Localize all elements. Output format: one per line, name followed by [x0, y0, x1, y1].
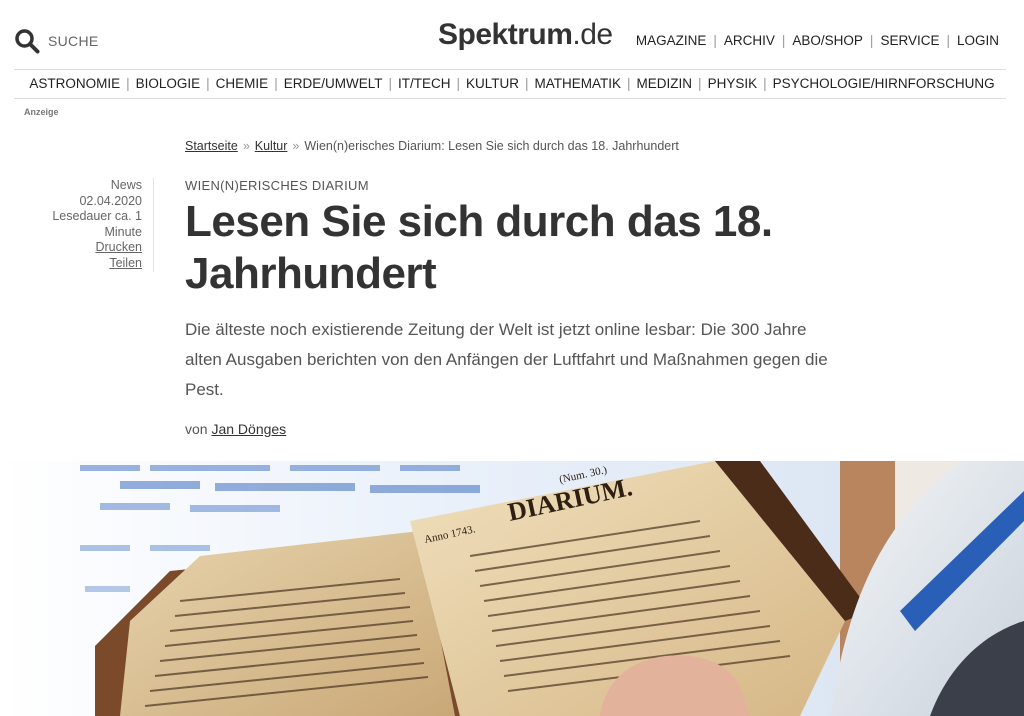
- article-date: 02.04.2020: [79, 193, 142, 208]
- breadcrumb-home[interactable]: Startseite: [185, 139, 238, 153]
- category-psychologie[interactable]: PSYCHOLOGIE/HIRNFORSCHUNG: [767, 76, 1001, 91]
- top-nav: MAGAZINE | ARCHIV | ABO/SHOP | SERVICE |…: [629, 33, 1006, 48]
- reading-time: Lesedauer ca. 1 Minute: [52, 209, 142, 239]
- search-button[interactable]: SUCHE: [14, 28, 99, 54]
- category-kultur[interactable]: KULTUR: [460, 76, 525, 91]
- breadcrumb-separator: »: [242, 139, 250, 153]
- share-link[interactable]: Teilen: [32, 256, 142, 272]
- category-erde-umwelt[interactable]: ERDE/UMWELT: [278, 76, 389, 91]
- header-divider: [14, 69, 1006, 70]
- category-nav: ASTRONOMIE | BIOLOGIE | CHEMIE | ERDE/UM…: [0, 76, 1024, 91]
- print-link[interactable]: Drucken: [32, 240, 142, 256]
- category-biologie[interactable]: BIOLOGIE: [130, 76, 207, 91]
- category-chemie[interactable]: CHEMIE: [210, 76, 275, 91]
- search-icon: [15, 29, 40, 54]
- logo-domain: .de: [572, 18, 613, 51]
- site-logo[interactable]: Spektrum.de: [438, 18, 613, 52]
- category-medizin[interactable]: MEDIZIN: [631, 76, 699, 91]
- category-astronomie[interactable]: ASTRONOMIE: [23, 76, 126, 91]
- article-type: News: [110, 178, 142, 192]
- article-meta: News 02.04.2020 Lesedauer ca. 1 Minute D…: [32, 178, 142, 271]
- author-link[interactable]: Jan Dönges: [211, 421, 286, 437]
- article-byline: von Jan Dönges: [185, 421, 286, 437]
- hero-image: DIARIUM. (Num. 30.) Anno 1743.: [0, 461, 1024, 716]
- meta-divider: [153, 178, 154, 272]
- category-physik[interactable]: PHYSIK: [702, 76, 764, 91]
- breadcrumb-separator: »: [292, 139, 300, 153]
- nav-login[interactable]: LOGIN: [950, 33, 1006, 48]
- breadcrumb-current: Wien(n)erisches Diarium: Lesen Sie sich …: [304, 139, 679, 153]
- search-label: SUCHE: [48, 33, 99, 49]
- nav-service[interactable]: SERVICE: [873, 33, 946, 48]
- article-kicker: WIEN(N)ERISCHES DIARIUM: [185, 178, 369, 193]
- nav-archiv[interactable]: ARCHIV: [717, 33, 782, 48]
- site-header: SUCHE Spektrum.de MAGAZINE | ARCHIV | AB…: [0, 0, 1024, 70]
- nav-magazine[interactable]: MAGAZINE: [629, 33, 714, 48]
- byline-prefix: von: [185, 421, 208, 437]
- nav-abo-shop[interactable]: ABO/SHOP: [785, 33, 870, 48]
- breadcrumb: Startseite » Kultur » Wien(n)erisches Diariu…: [185, 139, 679, 153]
- category-divider: [14, 98, 1006, 99]
- hero-photo: DIARIUM. (Num. 30.) Anno 1743.: [0, 461, 1024, 716]
- category-mathematik[interactable]: MATHEMATIK: [529, 76, 628, 91]
- article-teaser: Die älteste noch existierende Zeitung de…: [185, 320, 828, 399]
- category-it-tech[interactable]: IT/TECH: [392, 76, 457, 91]
- logo-main: Spektrum: [438, 18, 573, 51]
- ad-label: Anzeige: [24, 107, 59, 117]
- article-headline: Lesen Sie sich durch das 18. Jahrhundert: [185, 197, 773, 298]
- breadcrumb-section[interactable]: Kultur: [255, 139, 288, 153]
